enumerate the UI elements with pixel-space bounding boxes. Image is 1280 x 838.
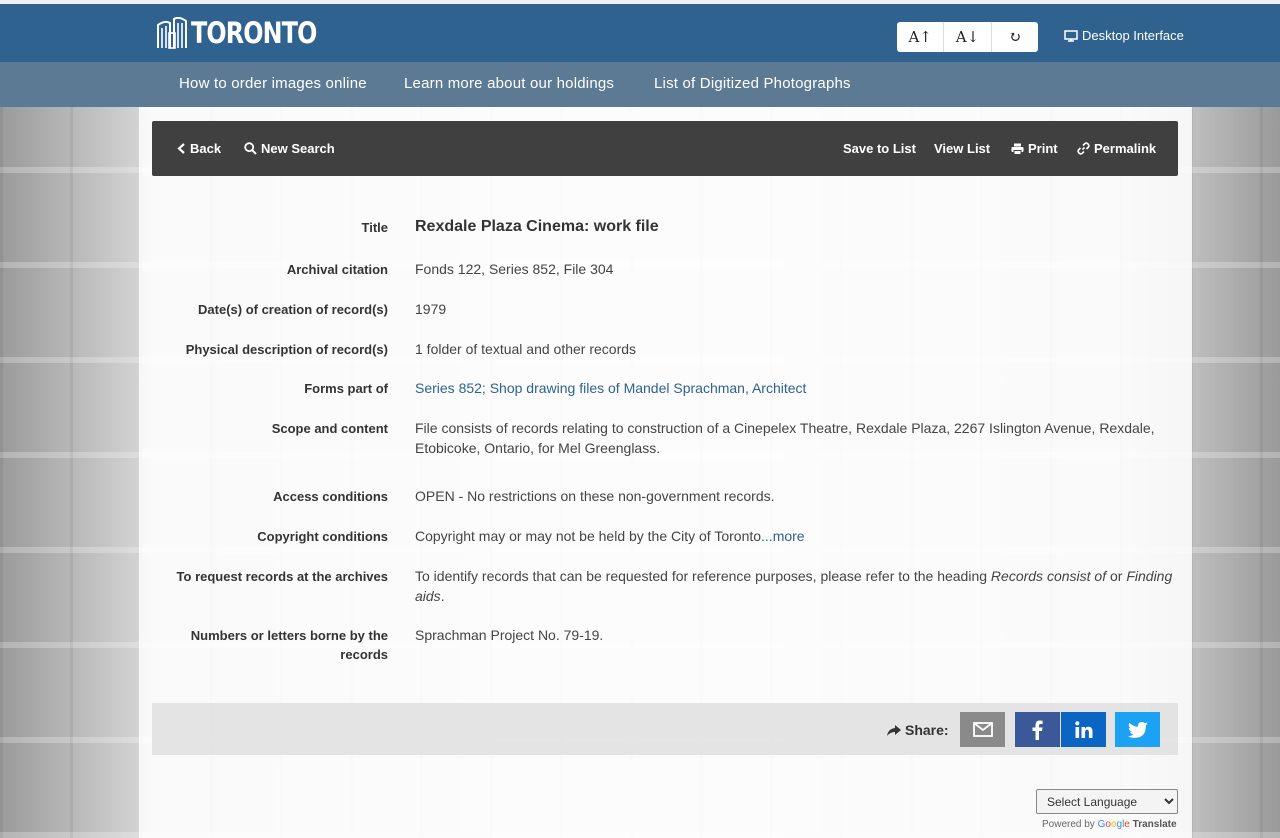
share-email-button[interactable] xyxy=(960,712,1005,747)
monitor-icon xyxy=(1064,29,1078,42)
copyright-text: Copyright may or may not be held by the … xyxy=(415,528,762,544)
print-label: Print xyxy=(1028,141,1058,156)
numbers-label: Numbers or letters borne by the records xyxy=(190,628,388,662)
back-label: Back xyxy=(190,141,222,156)
powered-by-google: Powered by Google Translate xyxy=(1042,819,1177,830)
citation-label: Archival citation xyxy=(286,262,388,277)
dates-value: 1979 xyxy=(415,301,447,317)
facebook-icon xyxy=(1032,720,1043,740)
record-toolbar: Back New Search Save to List View List P… xyxy=(152,121,1178,176)
envelope-icon xyxy=(972,722,993,737)
google-logo: Google xyxy=(1097,819,1130,830)
copyright-label: Copyright conditions xyxy=(257,529,388,544)
link-icon xyxy=(1077,142,1090,155)
desktop-interface-label: Desktop Interface xyxy=(1082,28,1184,43)
search-icon xyxy=(244,142,257,155)
copyright-value: Copyright may or may not be held by the … xyxy=(415,526,1180,546)
back-button[interactable]: Back xyxy=(177,141,221,156)
request-mid: or xyxy=(1106,568,1127,584)
share-label-text: Share: xyxy=(905,722,949,738)
share-twitter-button[interactable] xyxy=(1115,712,1160,747)
share-linkedin-button[interactable] xyxy=(1061,712,1106,747)
series-link[interactable]: Series 852; Shop drawing files of Mandel… xyxy=(415,380,806,396)
chevron-left-icon xyxy=(177,143,185,154)
nav-holdings[interactable]: Learn more about our holdings xyxy=(404,75,614,92)
translate-link[interactable]: Translate xyxy=(1133,819,1177,830)
save-to-list-button[interactable]: Save to List xyxy=(843,141,916,156)
share-label: Share: xyxy=(887,722,949,738)
share-bar: Share: xyxy=(152,703,1178,755)
request-text: To identify records that can be requeste… xyxy=(415,568,991,584)
title-label: Title xyxy=(361,220,389,235)
view-list-button[interactable]: View List xyxy=(934,141,990,156)
linkedin-icon xyxy=(1074,721,1092,738)
print-button[interactable]: Print xyxy=(1011,141,1058,156)
physical-value: 1 folder of textual and other records xyxy=(415,341,637,357)
citation-value: Fonds 122, Series 852, File 304 xyxy=(415,261,614,277)
scope-value: File consists of records relating to con… xyxy=(415,420,1155,456)
printer-icon xyxy=(1011,143,1024,155)
numbers-value: Sprachman Project No. 79-19. xyxy=(415,627,604,643)
physical-label: Physical description of record(s) xyxy=(185,342,388,357)
request-label: To request records at the archives xyxy=(176,569,388,584)
new-search-button[interactable]: New Search xyxy=(244,141,335,156)
site-header: TORONTO A↑ A↓ ↻ Desktop Interface xyxy=(0,4,1280,62)
scope-label: Scope and content xyxy=(271,421,388,436)
nav-digitized-photos[interactable]: List of Digitized Photographs xyxy=(654,75,851,92)
logo-text: TORONTO xyxy=(191,16,317,50)
secondary-nav: How to order images online Learn more ab… xyxy=(0,62,1280,107)
font-decrease-button[interactable]: A↓ xyxy=(944,22,992,52)
record-title: Rexdale Plaza Cinema: work file xyxy=(415,218,659,235)
toronto-logo[interactable]: TORONTO xyxy=(157,12,344,54)
font-size-controls: A↑ A↓ ↻ xyxy=(897,22,1038,52)
access-value: OPEN - No restrictions on these non-gove… xyxy=(415,488,775,504)
forms-part-of-label: Forms part of xyxy=(304,381,388,396)
request-post: . xyxy=(440,588,445,604)
twitter-icon xyxy=(1127,721,1148,738)
share-facebook-button[interactable] xyxy=(1015,712,1060,747)
select-language-dropdown[interactable]: Select Language xyxy=(1036,789,1178,814)
city-hall-icon xyxy=(157,17,187,49)
nav-order-images[interactable]: How to order images online xyxy=(179,75,367,92)
font-increase-button[interactable]: A↑ xyxy=(897,22,945,52)
dates-label: Date(s) of creation of record(s) xyxy=(198,302,388,317)
powered-by-text: Powered by xyxy=(1042,819,1095,830)
request-em-records: Records consist of xyxy=(990,568,1107,584)
permalink-button[interactable]: Permalink xyxy=(1077,141,1156,156)
desktop-interface-link[interactable]: Desktop Interface xyxy=(1064,28,1184,43)
access-label: Access conditions xyxy=(273,489,388,504)
font-reset-button[interactable]: ↻ xyxy=(992,22,1038,52)
permalink-label: Permalink xyxy=(1094,141,1157,156)
request-value: To identify records that can be requeste… xyxy=(415,566,1180,606)
new-search-label: New Search xyxy=(261,141,335,156)
share-arrow-icon xyxy=(887,724,901,736)
copyright-more-link[interactable]: ...more xyxy=(761,528,805,544)
